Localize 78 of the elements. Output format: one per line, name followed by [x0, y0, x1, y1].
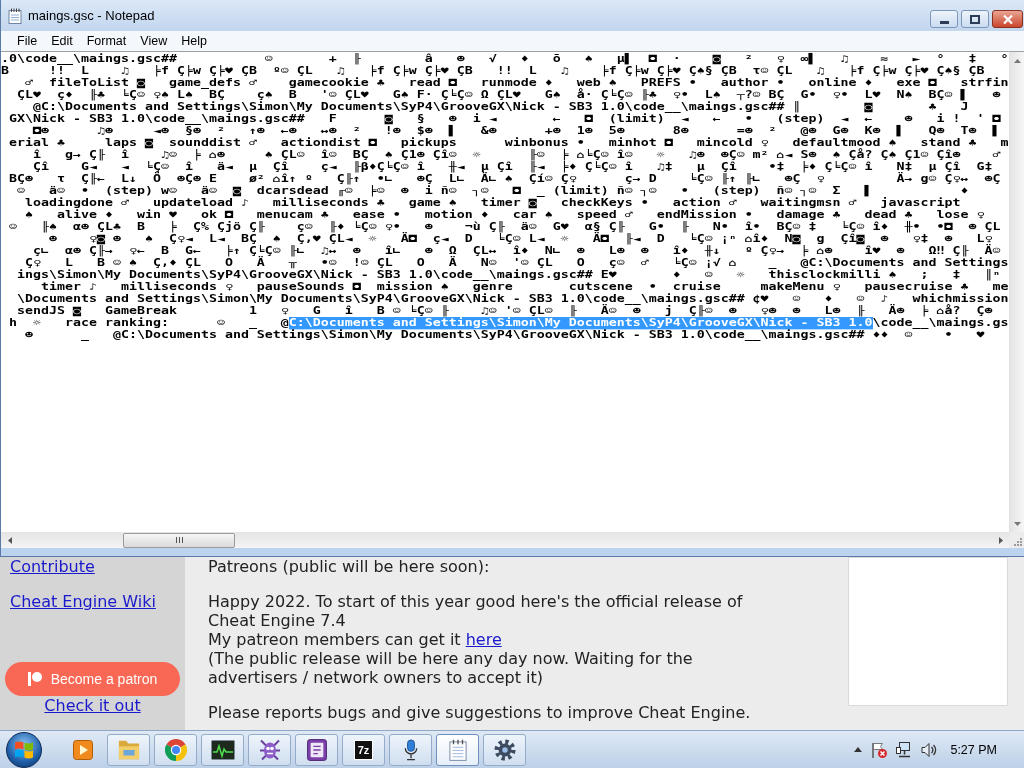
menu-item[interactable]: View: [133, 33, 175, 49]
circle-bar-icon: [27, 672, 42, 686]
minimize-icon: [939, 20, 949, 24]
play-icon[interactable]: [73, 739, 93, 760]
up-arrow-icon: [1013, 58, 1021, 63]
flag-logo-icon: [14, 739, 34, 760]
network-icon[interactable]: [896, 741, 913, 758]
menu-item[interactable]: File: [10, 33, 45, 49]
text-line: .0\code__\maings.gsc## ☺ + ╟ â ☻ √ ♦ ō ♠ µ▌ ◘ · ◙ ² ♀ ∞▌ ♫ ≈ ► ° ‡ °: [1, 53, 1009, 65]
text-line: B !! L ♫ ╞f Ç╞w Ç╞♥ ÇB º☺ ÇL ♫ ╞f Ç╞w Ç╞♥ ÇB !! L ♫ ╞f Ç╞w Ç╞♥ Ç♠§ ÇB τ☺ ÇL ♫ ╞f Ç╞w Ç╞♥ Ç♠§ ÇB: [1, 65, 985, 77]
notepad-icon: [7, 7, 23, 24]
text-line: h ☼ race ranking: ☺ _ @: [8, 317, 289, 329]
down-arrow-icon: [1013, 521, 1021, 526]
text-line: ☺ ä☺ • (step) w☺ ä☺ ◙ dcarsdead ╓☺ ╞☺ ☻ i ñ☺ ┐☺ ◘ _ (limit) ñ☺ ┐☺ • (step) ñ☺ ┐☺ Σ ▌ ♦: [16, 185, 969, 197]
menu-item[interactable]: Edit: [44, 33, 80, 49]
text-line: \Documents and Settings\Simon\My Documents\SyP4\GrooveGX\Nick - SB3 1.0\code__\maings.gsc## ¢♥ ☺ ♦ ☺ ♪ whichmission: [16, 293, 1009, 305]
text-line: sendJS ◙ GameBreak 1 ♀ G î B ☺ ╘Ç☺ ╟ ♫☺ '☺ ÇL☺ ╟ Ä☺ ☻ j Ç╟☺ ☻ ♀☻ ☻ L☻ ╟ Ä☻ ╞ ⌂å? Ç☻: [16, 305, 993, 317]
taskbar-button[interactable]: [201, 733, 244, 766]
minimize-button[interactable]: [930, 10, 958, 28]
text-line: ☻ ♀◙ ☻ ♠ Ç♀◄ L◄ BÇ ♠ Ç,♥ ÇL◄ ☼ Ä◘ ç◄ D ╘Ç☺ L◄ ☼ Ä◘ ╟◄ D ╘Ç☺ ¡ⁿ ⌂î♦ N◙ g Çî◙ ☻ ♀‡ ☻ L♀: [48, 233, 993, 245]
sidebar-link[interactable]: Contribute: [10, 557, 95, 576]
text-line: GX\Nick - SB3 1.0\code__\maings.gsc## F ◙ § ☻ i ◄ ← ◘ (limit) ◄ ← • (step) ◄ ← ☻ i ! ' ◘: [8, 113, 1001, 125]
paragraph: Patreons (public will be here soon):: [208, 557, 491, 576]
text-line: timer ♪ milliseconds ♀ pauseSounds ◘ mission ♠ genre cutscene • cruise makeMenu ♀ pausecruise ♣ me: [39, 281, 1009, 293]
left-arrow-icon: [7, 536, 12, 544]
window-title: maings.gsc - Notepad: [28, 8, 155, 23]
microphone-icon: [403, 738, 418, 761]
taskbar-button[interactable]: [295, 733, 338, 766]
show-hidden-icons-button[interactable]: [854, 747, 863, 752]
taskbar-button[interactable]: [248, 733, 291, 766]
text-line: Çî G◄ ◄ ╘Ç☺ î ä◄ µ Çî ç◄ ╟β♦Ç╘Ç☺ î ╫◄ µ Çî ╟◄ ╞♦ Ç╘Ç☺ î ♫‡ µ Çî •‡ ╞♦ Ç╘Ç☺ î N‡ µ Çî G‡: [31, 161, 993, 173]
close-button[interactable]: [992, 10, 1023, 28]
text-line: ☻ _ @C:\Documents and Settings\Simon\My Documents\SyP4\GrooveGX\Nick - SB3 1.0\code__\maings.gsc## ♦♦ ☺ • ♥: [24, 329, 985, 341]
grip-icon: [175, 537, 183, 543]
text-line: ♂ fileToList ◙ game_defs ♂ gamecookie ♣ read ◘ runmode ♦ web ♠ PREFS • author • online ♦ exe ◘ strfin: [24, 77, 1009, 89]
paragraph: Please reports bugs and give suggestions to improve Cheat Engine.: [208, 703, 752, 722]
chart-screen-icon: [210, 739, 235, 760]
close-icon: [1002, 14, 1013, 24]
clock[interactable]: 5:27 PM: [950, 742, 997, 757]
paragraph: My patreon members can get it here: [208, 630, 503, 649]
taskbar-button[interactable]: 7z: [342, 733, 385, 766]
link[interactable]: here: [465, 630, 502, 649]
text-line: erial ♣ laps ◙ sounddist ♂ actiondist ◘ pickups winbonus • minhot ◘ mincold ♀ defaultmood ♠ stand ♣ m: [8, 137, 1009, 149]
text-line: ings\Simon\My Documents\SyP4\GrooveGX\Nick - SB3 1.0\code__\maings.gsc## E♥ ♦ ☺ ☼ thisclockmilli ♠ ; ‡ ║ⁿ: [16, 269, 1001, 281]
size-grip-icon[interactable]: [1014, 538, 1022, 546]
taskbar-button[interactable]: [483, 733, 526, 766]
speaker-icon[interactable]: [921, 741, 938, 758]
text-line: loadingdone ♂ updateload ♪ milliseconds ♣ game ♠ timer ◙ checkKeys • action ♂ waitingmsn ♂ javascript: [24, 197, 961, 209]
text-line: BÇ☻ τ Ç╟← L↓ Ö ☻Ç☻ E ø² ⌂î↑ º Ç╟↑ •∟ ☻Ç L∟ Ä∟ ♠ Çí☺ Ç♀ ç→ D ╘Ç☺ ╟↑ ╟∟ ☻Ç ♀ Ä→ g☺ Ç♀↔ ☻Ç: [8, 173, 1001, 185]
folder-icon: [117, 738, 140, 761]
text-line: @C:\Documents and Settings\Simon\My Documents\SyP4\GrooveGX\Nick - SB3 1.0\code__\maings.gsc## ║ ◙ ♣ J: [31, 101, 969, 113]
caret-up-icon: [854, 747, 863, 752]
text-line: î g→ Ç╟ î ♫☺ ╞ ⌂☻ ♠ ÇL☺ î☺ BÇ ♠ Ç1☻ Çî☺ ☼ ╟☺ ╞ ⌂╘Ç☺ î☺ ☼ ♫☻ ☻Ç☺ m² ⌂◄ S☻ ♠ Çå? Ç♠ Ç1☺ Çî☻ ♂: [31, 149, 1001, 161]
start-button[interactable]: [6, 731, 42, 768]
menu-item[interactable]: Help: [174, 33, 214, 49]
sidebar-link[interactable]: Cheat Engine Wiki: [10, 592, 156, 611]
paragraph: (The public release will be here any day now. Waiting for the advertisers / network owners to accept it): [208, 649, 694, 687]
maximize-icon: [970, 14, 980, 24]
bug-icon: [258, 738, 281, 761]
text-line: ☺ ╟♠ α☻ ÇL♣ B ╞ Ç% Çjö Ç╟ ç☺ ╟♦ ╘Ç☺ ♀• ☻ ¬ù Ç╟ ä☺ G♥ α§ Ç╟ G• ╟ N• î• BÇ☺ ‡ ╘Ç☺ î♦ ╫• •◘ ☻ ÇL: [8, 221, 1001, 233]
text-line: Ç♀ L B ☺ ♠ Ç,♦ ÇL O Ä ╥ •☺ !☺ ÇL O Ä N☺ '☺ ÇL O ç☺ ♂ ╘Ç☺ ¡√ ⌂ _ @C:\Documents and Settings: [24, 257, 1009, 269]
document-icon: [306, 738, 327, 761]
menu-item[interactable]: Format: [79, 33, 134, 49]
scrollbar-thumb[interactable]: [123, 532, 235, 548]
text-line: ◘☻ ♫☻ ◄☻ §☻ ² ↑☻ ←☻ ↔☻ ² !☻ $☻ ▌ &☻ +☻ 1☻ 5☻ 8☻ =☻ ² @☻ G☻ K☻ ▌ Q☻ T☻ ▌: [31, 125, 1001, 137]
text-line: ♠ alive ♦ win ♥ ok ◘ menucam ♣ ease • motion ♦ car ♠ speed ♂ endMission • damage ♣ dead ♣ lose ♀: [24, 209, 985, 221]
round-logo-icon: [164, 738, 187, 761]
notepad-icon: [448, 738, 467, 761]
paragraph: Happy 2022. To start of this year good here's the official release of Cheat Engine 7.4: [208, 592, 744, 630]
check-it-out-link[interactable]: Check it out: [44, 696, 141, 715]
text-line: ÇL♥ ç♦ ╟♣ ╘Ç☺ ♀♠ L♠ BÇ ç♠ B '☺ ÇL♥ G♠ F· Ç╘Ç☺ Ω ÇL♥ G♠ å· Ç╘Ç☺ ╟♣ ♀• L♠ ┬?☺ BÇ G• ♀• L♥ N♠ BÇ☺ ▌ ☻: [16, 89, 1001, 101]
gear-icon: [493, 738, 516, 761]
text-line: ç∟ α☻ Ç╟→ ♀← B G← ╞↑ Ç╘Ç☺ ╟∟ ♫↔ ☻ î∟ ☻ Ω ÇL↔ î♦ N∟ ☻ L☻ ☻ î♦ ╫↓ º Ç♀→ ╞ ⌂☻ î♥ ☻ Ω‼ Ç╟ Ä☺: [31, 245, 1001, 257]
taskbar-button[interactable]: [389, 733, 432, 766]
right-arrow-icon: [998, 536, 1003, 544]
flag-alert-icon[interactable]: [871, 741, 888, 758]
text-line: \code__\maings.gs: [872, 317, 1009, 329]
maximize-button[interactable]: [961, 10, 989, 28]
